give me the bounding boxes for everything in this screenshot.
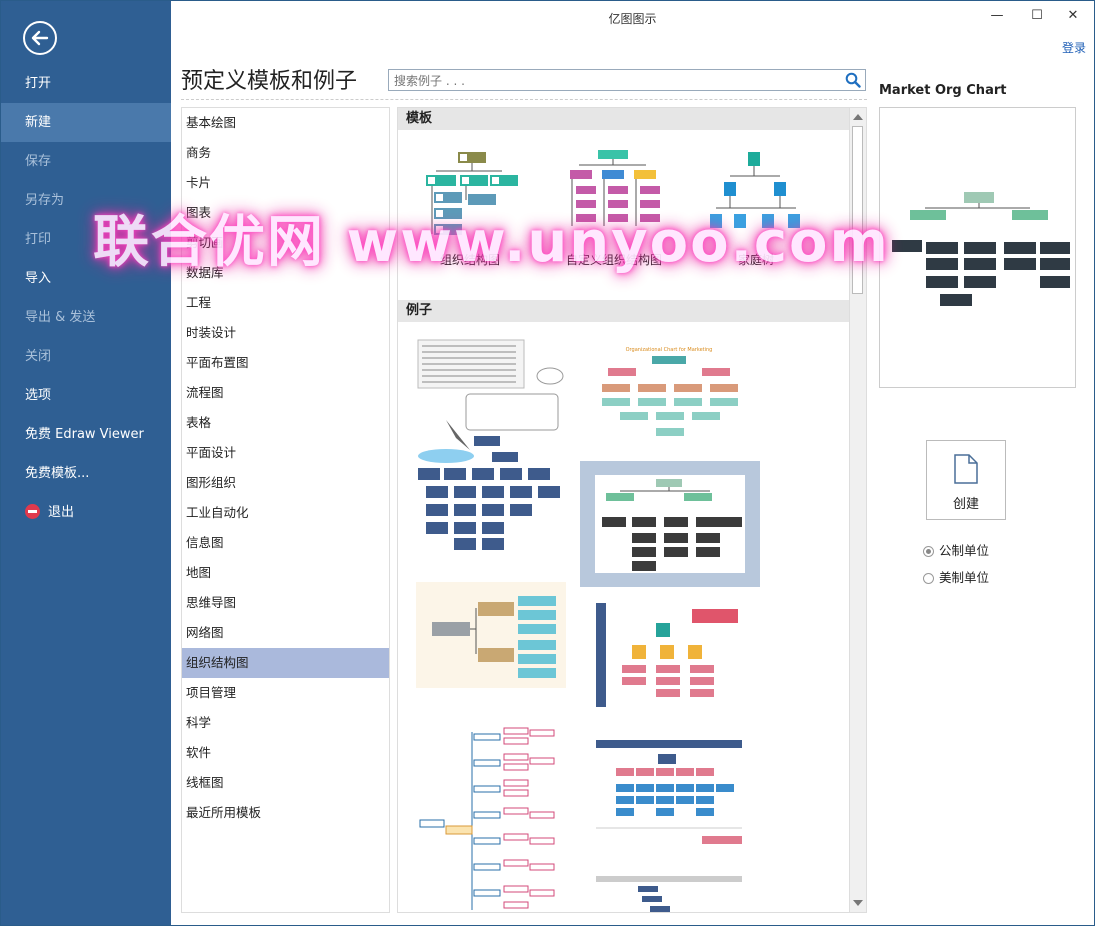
category-item[interactable]: 软件 xyxy=(182,738,389,768)
search-icon[interactable] xyxy=(845,72,861,88)
custom-org-thumbnail xyxy=(570,150,660,226)
menu-options[interactable]: 选项 xyxy=(1,376,171,415)
close-button[interactable]: ✕ xyxy=(1058,5,1088,27)
category-item[interactable]: 表格 xyxy=(182,408,389,438)
sidebar: 打开 新建 保存 另存为 打印 导入 导出 & 发送 关闭 选项 免费 Edra… xyxy=(1,1,171,925)
minimize-button[interactable]: — xyxy=(982,5,1012,27)
category-item[interactable]: 基本绘图 xyxy=(182,108,389,138)
maximize-button[interactable]: ☐ xyxy=(1022,5,1052,27)
category-item[interactable]: 商务 xyxy=(182,138,389,168)
menu-exit-label: 退出 xyxy=(48,505,75,520)
window-title: 亿图图示 xyxy=(608,12,657,26)
back-button[interactable] xyxy=(23,21,57,55)
radio-dot xyxy=(923,573,934,584)
example-7-image xyxy=(596,740,742,844)
radio-dot xyxy=(923,546,934,557)
example-2-title: Organizational Chart for Marketing xyxy=(626,347,713,353)
menu-save[interactable]: 保存 xyxy=(1,142,171,181)
family-tree-thumbnail xyxy=(710,152,800,228)
menu-free-viewer[interactable]: 免费 Edraw Viewer xyxy=(1,415,171,454)
category-list: 基本绘图 商务 卡片 图表 剪切画 数据库 工程 时装设计 平面布置图 流程图 表格 平面设计 图形组织… xyxy=(181,107,390,913)
menu-export-send[interactable]: 导出 & 发送 xyxy=(1,298,171,337)
templates-header: 模板 xyxy=(398,108,850,130)
page-title: 预定义模板和例子 xyxy=(181,69,358,94)
create-button[interactable]: 创建 xyxy=(926,440,1006,520)
radio-metric[interactable]: 公制单位 xyxy=(923,540,989,559)
example-thumbnail-2[interactable]: Organizational Chart for Marketing xyxy=(594,344,744,444)
menu-open[interactable]: 打开 xyxy=(1,64,171,103)
login-link[interactable]: 登录 xyxy=(1062,39,1086,56)
category-item[interactable]: 图表 xyxy=(182,198,389,228)
category-item[interactable]: 工业自动化 xyxy=(182,498,389,528)
org-chart-thumbnail xyxy=(426,152,518,235)
menu-close[interactable]: 关闭 xyxy=(1,337,171,376)
category-item[interactable]: 组织结构图 xyxy=(182,648,389,678)
category-item[interactable]: 信息图 xyxy=(182,528,389,558)
divider xyxy=(181,99,867,100)
radio-us-label: 美制单位 xyxy=(939,570,990,585)
gallery-scrollbar[interactable] xyxy=(849,108,866,912)
sidebar-menu: 打开 新建 保存 另存为 打印 导入 导出 & 发送 关闭 选项 免费 Edra… xyxy=(1,64,171,532)
category-item[interactable]: 科学 xyxy=(182,708,389,738)
preview-image xyxy=(879,107,1076,388)
category-item[interactable]: 时装设计 xyxy=(182,318,389,348)
radio-metric-label: 公制单位 xyxy=(939,543,990,558)
scroll-down-icon[interactable] xyxy=(853,900,863,906)
category-item[interactable]: 剪切画 xyxy=(182,228,389,258)
new-document-icon xyxy=(954,454,978,484)
examples-header: 例子 xyxy=(398,300,850,322)
example-5-image xyxy=(596,603,738,707)
menu-print[interactable]: 打印 xyxy=(1,220,171,259)
category-item[interactable]: 流程图 xyxy=(182,378,389,408)
menu-new[interactable]: 新建 xyxy=(1,103,171,142)
category-item[interactable]: 思维导图 xyxy=(182,588,389,618)
template-gallery: 模板 组织结构图 自定义组织结构图 家庭树 例子 Organizational … xyxy=(397,107,867,913)
example-3-image xyxy=(595,475,745,573)
example-4-image xyxy=(432,596,556,678)
arrow-left-icon xyxy=(31,30,49,46)
category-item[interactable]: 平面布置图 xyxy=(182,348,389,378)
category-item[interactable]: 网络图 xyxy=(182,618,389,648)
category-item[interactable]: 卡片 xyxy=(182,168,389,198)
template-org-chart[interactable]: 组织结构图 xyxy=(410,138,530,288)
menu-exit[interactable]: 退出 xyxy=(1,493,171,532)
example-thumbnail-1[interactable] xyxy=(416,338,566,553)
example-thumbnail-8[interactable] xyxy=(594,874,744,912)
template-custom-org-chart[interactable]: 自定义组织结构图 xyxy=(554,138,674,288)
template-caption: 自定义组织结构图 xyxy=(565,253,662,267)
template-caption: 组织结构图 xyxy=(439,253,500,267)
create-label: 创建 xyxy=(952,497,979,512)
menu-free-templates[interactable]: 免费模板... xyxy=(1,454,171,493)
category-item[interactable]: 工程 xyxy=(182,288,389,318)
example-thumbnail-7[interactable] xyxy=(594,736,744,846)
preview-title: Market Org Chart xyxy=(879,83,1007,98)
category-item[interactable]: 图形组织 xyxy=(182,468,389,498)
template-family-tree[interactable]: 家庭树 xyxy=(696,138,816,288)
example-thumbnail-market-org-selected[interactable] xyxy=(580,461,760,587)
example-thumbnail-6[interactable] xyxy=(416,724,566,912)
search-box[interactable] xyxy=(388,69,866,91)
example-8-image xyxy=(596,876,742,912)
menu-save-as[interactable]: 另存为 xyxy=(1,181,171,220)
exit-icon xyxy=(25,504,40,519)
category-item[interactable]: 数据库 xyxy=(182,258,389,288)
radio-us[interactable]: 美制单位 xyxy=(923,567,989,586)
scroll-up-icon[interactable] xyxy=(853,114,863,120)
example-thumbnail-5[interactable] xyxy=(594,601,744,711)
template-caption: 家庭树 xyxy=(737,253,774,267)
preview-org-chart xyxy=(892,192,1070,306)
category-item[interactable]: 地图 xyxy=(182,558,389,588)
category-item[interactable]: 项目管理 xyxy=(182,678,389,708)
category-item[interactable]: 最近所用模板 xyxy=(182,798,389,828)
search-input[interactable] xyxy=(392,71,836,91)
example-thumbnail-4[interactable] xyxy=(416,582,566,688)
category-item[interactable]: 线框图 xyxy=(182,768,389,798)
example-1-image xyxy=(417,339,564,550)
example-6-image xyxy=(419,727,555,910)
app-window: 打开 新建 保存 另存为 打印 导入 导出 & 发送 关闭 选项 免费 Edra… xyxy=(0,0,1095,926)
scroll-thumb[interactable] xyxy=(852,126,863,294)
menu-import[interactable]: 导入 xyxy=(1,259,171,298)
example-2-image: Organizational Chart for Marketing xyxy=(602,347,738,436)
category-item[interactable]: 平面设计 xyxy=(182,438,389,468)
